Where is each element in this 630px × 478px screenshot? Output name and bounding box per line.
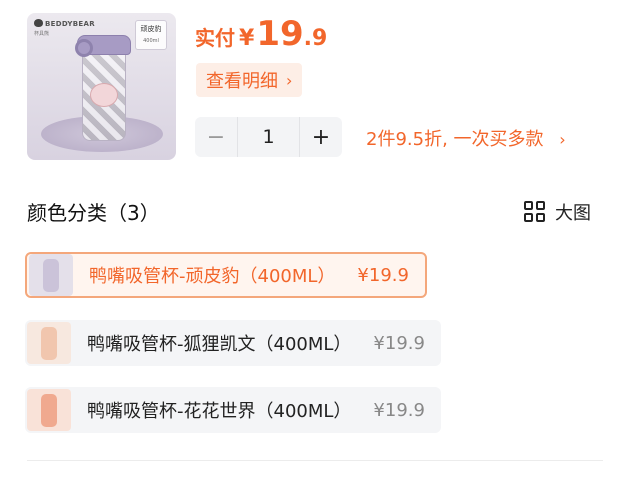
view-details-button[interactable]: 查看明细 › bbox=[196, 63, 303, 97]
chevron-right-icon: › bbox=[286, 70, 293, 90]
price-display: 实付 ¥ 19 .9 bbox=[195, 14, 327, 54]
option-thumbnail bbox=[27, 389, 71, 431]
variant-tag-name: 顽皮豹 bbox=[140, 25, 162, 33]
large-view-label: 大图 bbox=[555, 203, 591, 224]
brand-logo: BEDDYBEAR bbox=[34, 19, 95, 28]
promo-text: 2件9.5折, 一次买多款 bbox=[366, 129, 544, 150]
product-image: BEDDYBEAR 杯具熊 顽皮豹 400ml bbox=[27, 13, 176, 160]
option-price: ¥19.9 bbox=[373, 399, 425, 421]
option-bottle-image bbox=[43, 259, 59, 292]
view-details-label: 查看明细 bbox=[206, 71, 278, 92]
chevron-right-icon: › bbox=[559, 130, 566, 149]
variant-tag: 顽皮豹 400ml bbox=[135, 20, 167, 50]
section-divider bbox=[27, 460, 603, 461]
bottle-handle-ring bbox=[75, 39, 93, 57]
sku-selector-panel: BEDDYBEAR 杯具熊 顽皮豹 400ml 实付 ¥ 19 .9 查看明细 … bbox=[0, 0, 630, 478]
decrease-quantity-button[interactable]: − bbox=[195, 117, 237, 157]
option-bottle-image bbox=[41, 327, 57, 360]
multi-buy-promo-link[interactable]: 2件9.5折, 一次买多款 › bbox=[366, 125, 566, 151]
option-thumbnail bbox=[27, 322, 71, 364]
option-name: 鸭嘴吸管杯-顽皮豹（400ML） bbox=[89, 266, 336, 287]
brand-subtitle: 杯具熊 bbox=[34, 31, 50, 37]
color-option-2[interactable]: 鸭嘴吸管杯-狐狸凯文（400ML） ¥19.9 bbox=[25, 320, 441, 366]
large-view-toggle[interactable]: 大图 bbox=[524, 199, 591, 225]
increase-quantity-button[interactable]: + bbox=[300, 117, 342, 157]
color-option-3[interactable]: 鸭嘴吸管杯-花花世界（400ML） ¥19.9 bbox=[25, 387, 441, 433]
variant-tag-capacity: 400ml bbox=[143, 38, 159, 44]
option-price: ¥19.9 bbox=[357, 264, 409, 286]
option-bottle-image bbox=[41, 394, 57, 427]
color-section-title: 颜色分类（3） bbox=[27, 201, 160, 225]
price-label: 实付 bbox=[195, 26, 235, 50]
option-name: 鸭嘴吸管杯-狐狸凯文（400ML） bbox=[87, 334, 352, 355]
grid-view-icon bbox=[524, 201, 546, 223]
price-decimal: .9 bbox=[303, 26, 328, 51]
color-option-1[interactable]: 鸭嘴吸管杯-顽皮豹（400ML） ¥19.9 bbox=[25, 252, 427, 298]
quantity-value[interactable]: 1 bbox=[237, 117, 300, 157]
option-name: 鸭嘴吸管杯-花花世界（400ML） bbox=[87, 401, 352, 422]
brand-name: BEDDYBEAR bbox=[45, 20, 95, 28]
bear-logo-icon bbox=[34, 19, 43, 27]
price-currency: ¥ bbox=[239, 26, 255, 51]
bottle-print bbox=[90, 83, 118, 107]
quantity-stepper: − 1 + bbox=[195, 117, 342, 157]
option-thumbnail bbox=[29, 254, 73, 296]
price-integer: 19 bbox=[256, 14, 304, 54]
option-price: ¥19.9 bbox=[373, 332, 425, 354]
